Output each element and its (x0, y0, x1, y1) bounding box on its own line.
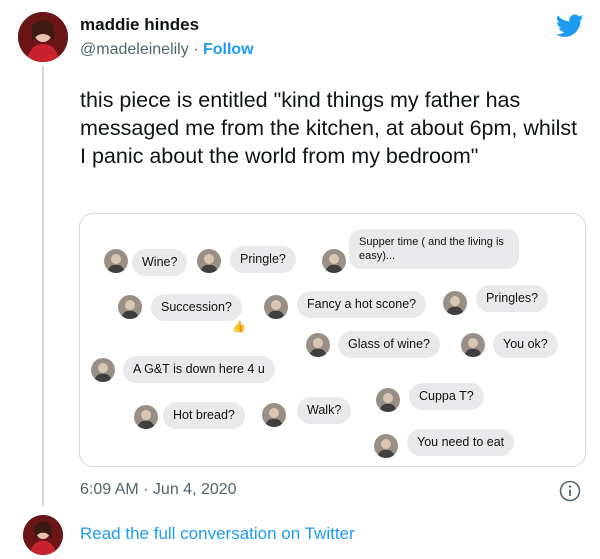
message-bubble: You ok? (493, 331, 558, 358)
father-avatar-icon (118, 295, 142, 319)
father-avatar-icon (443, 291, 467, 315)
thread-line (42, 66, 44, 506)
father-avatar-icon (262, 403, 286, 427)
author-handle-row: @madeleinelily · Follow (80, 41, 254, 59)
father-avatar-icon (374, 434, 398, 458)
message-bubble: Wine? (132, 249, 188, 276)
father-avatar-icon (264, 295, 288, 319)
message-bubble: A G&T is down here 4 u (123, 356, 275, 383)
message-bubble: Fancy a hot scone? (297, 291, 427, 318)
message-bubble: Glass of wine? (338, 331, 440, 358)
father-avatar-icon (376, 388, 400, 412)
message-bubble: Cuppa T? (409, 383, 484, 410)
message-bubble: Succession? (151, 294, 242, 321)
follow-button[interactable]: Follow (203, 41, 254, 58)
father-avatar-icon (322, 249, 346, 273)
message-bubble: You need to eat (407, 429, 515, 456)
info-icon[interactable] (559, 480, 581, 502)
separator: · (188, 41, 203, 58)
message-bubble: Supper time ( and the living is easy)... (349, 229, 519, 269)
message-bubble: Pringles? (476, 285, 549, 312)
father-avatar-icon (91, 358, 115, 382)
father-avatar-icon (134, 405, 158, 429)
tweet-text: this piece is entitled "kind things my f… (80, 88, 578, 168)
author-name[interactable]: maddie hindes (80, 15, 199, 35)
tweet-timestamp[interactable]: 6:09 AM · Jun 4, 2020 (80, 481, 237, 499)
father-avatar-icon (306, 333, 330, 357)
father-avatar-icon (104, 249, 128, 273)
message-bubble: Pringle? (230, 246, 296, 273)
message-bubble: Walk? (297, 397, 352, 424)
read-conversation-link[interactable]: Read the full conversation on Twitter (80, 524, 355, 544)
message-bubble: Hot bread? (163, 402, 245, 429)
author-avatar[interactable] (18, 12, 68, 62)
twitter-bird-icon[interactable] (555, 14, 584, 38)
thumbs-up-icon: 👍 (232, 321, 246, 333)
father-avatar-icon (197, 249, 221, 273)
father-avatar-icon (461, 333, 485, 357)
footer-avatar[interactable] (23, 515, 63, 555)
author-handle[interactable]: @madeleinelily (80, 41, 189, 58)
